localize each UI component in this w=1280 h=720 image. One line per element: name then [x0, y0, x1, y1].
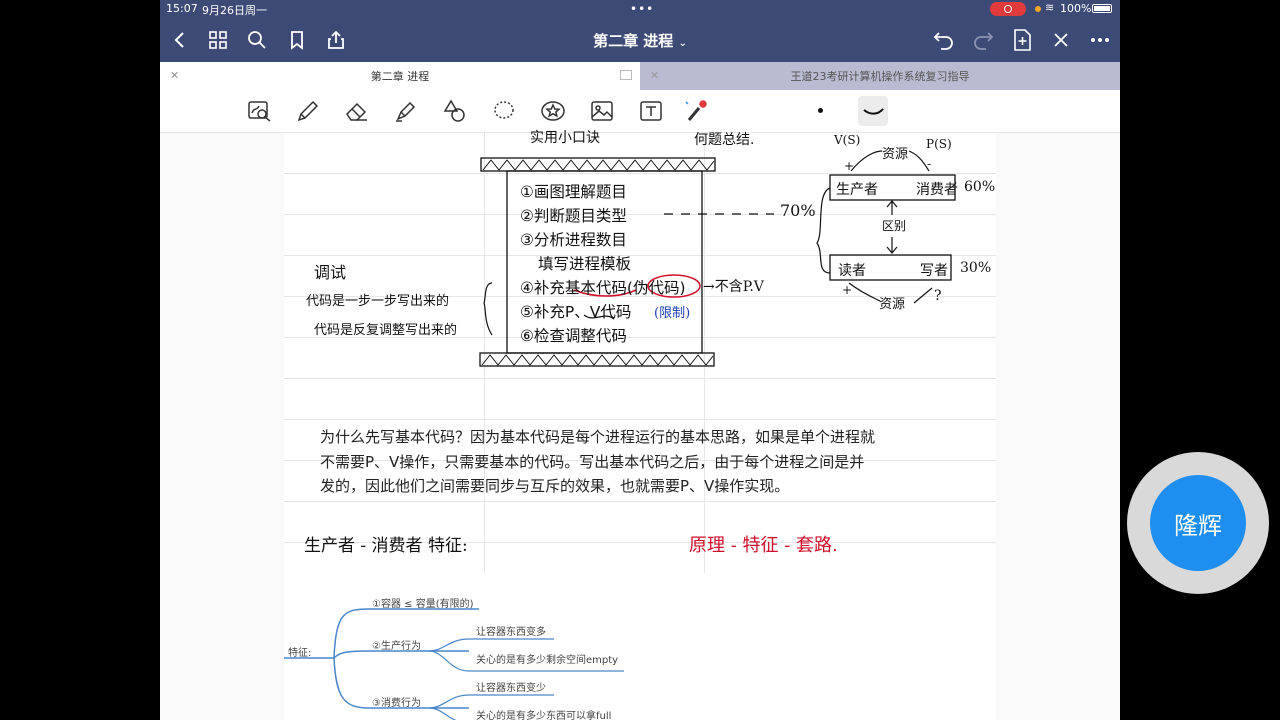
add-page-icon[interactable] [1010, 28, 1034, 52]
note-tips-title: 实用小口诀 [530, 130, 600, 146]
mindmap-node-consume-b: 关心的是有多少东西可以拿full [476, 711, 612, 720]
status-date: 9月26日周一 [202, 4, 267, 17]
eraser-icon[interactable] [344, 99, 370, 123]
tab-wangdao-guide[interactable]: ✕ 王道23考研计算机操作系统复习指导 [640, 62, 1120, 90]
mindmap-node-produce-b: 关心的是有多少剩余空间empty [476, 655, 619, 666]
note-principle-heading: 原理 - 特征 - 套路. [689, 535, 838, 556]
mindmap-node-produce-a: 让容器东西变多 [476, 627, 546, 638]
note-producer: 生产者 [836, 182, 878, 198]
note-no-pv: →不含P.V [703, 279, 764, 295]
note-plus-top: + [844, 159, 855, 173]
note-reader: 读者 [838, 263, 866, 279]
note-minus-top: - [927, 157, 932, 171]
status-bar: 15:07 9月26日周一 ••• ≋ 100% [160, 0, 1120, 18]
note-code-adjust: 代码是反复调整写出来的 [314, 323, 458, 338]
battery-percent: 100% [1060, 2, 1092, 15]
notebook-page-area[interactable]: 实用小口诀 何题总结. ①画图理解题目 ②判断题目类型 ③分析进程数目 填写进程… [160, 130, 1120, 720]
mindmap-node-container: ①容器 ≤ 容量(有限的) [372, 599, 474, 610]
step-item: ⑥检查调整代码 [520, 327, 627, 345]
tab-chapter2[interactable]: ✕ 第二章 进程 [160, 62, 640, 90]
ipad-screen: 15:07 9月26日周一 ••• ≋ 100% 第二章 进程 ⌄ ✕ 第二章 … [160, 0, 1120, 720]
note-consumer: 消费者 [916, 182, 958, 198]
explanation-paragraph: 为什么先写基本代码？因为基本代码是每个进程运行的基本思路，如果是单个进程就 不需… [320, 428, 876, 495]
tab-close-icon[interactable]: ✕ [170, 69, 179, 82]
undo-icon[interactable] [932, 28, 956, 52]
note-70-percent: 70% [780, 201, 816, 220]
note-plus-bottom: + [842, 283, 853, 297]
step-item: ④补充基本代码(伪代码) [520, 279, 686, 297]
wifi-icon: ≋ [1045, 1, 1055, 14]
document-tab-bar: ✕ 第二章 进程 ✕ 王道23考研计算机操作系统复习指导 [160, 62, 1120, 90]
lasso-icon[interactable] [491, 99, 517, 123]
shapes-icon[interactable] [442, 99, 468, 123]
mindmap-node-consume-a: 让容器东西变少 [476, 683, 546, 694]
highlighter-icon[interactable] [393, 99, 419, 123]
note-restriction: (限制) [654, 306, 691, 321]
step-item: ③分析进程数目 [520, 231, 627, 249]
more-icon[interactable] [1088, 28, 1112, 52]
pen-size-dot[interactable] [818, 108, 823, 113]
status-time: 15:07 [166, 2, 198, 15]
note-producer-consumer-heading: 生产者 - 消费者 特征: [304, 536, 468, 556]
sticker-icon[interactable] [540, 99, 566, 123]
screen-record-icon[interactable] [990, 2, 1026, 16]
pen-style-selected[interactable] [858, 96, 888, 126]
top-navigation-bar: 第二章 进程 ⌄ [160, 18, 1120, 62]
image-icon[interactable] [589, 99, 615, 123]
lasso-zoom-icon[interactable] [247, 99, 273, 123]
note-30-percent: 30% [960, 260, 992, 276]
battery-icon [1092, 4, 1112, 13]
note-summary-title: 何题总结. [694, 132, 755, 148]
text-box-icon[interactable] [638, 99, 664, 123]
floating-assistant-button[interactable]: 隆辉 [1127, 452, 1269, 594]
multitask-dots-icon[interactable]: ••• [630, 2, 654, 16]
drawing-toolbar [160, 90, 1120, 133]
note-question: ? [934, 288, 942, 304]
tab-close-icon[interactable]: ✕ [650, 69, 659, 82]
note-resource-top: 资源 [882, 147, 909, 162]
redo-icon[interactable] [971, 28, 995, 52]
mic-indicator-icon [1035, 6, 1041, 12]
split-view-icon[interactable] [620, 70, 632, 80]
note-page[interactable]: 实用小口诀 何题总结. ①画图理解题目 ②判断题目类型 ③分析进程数目 填写进程… [284, 130, 996, 720]
note-60-percent: 60% [964, 179, 996, 195]
note-vs: V(S) [834, 133, 861, 147]
close-icon[interactable] [1049, 28, 1073, 52]
pen-icon[interactable] [295, 99, 321, 123]
note-resource-bottom: 资源 [879, 297, 906, 312]
step-item: 填写进程模板 [538, 255, 632, 273]
step-item: ②判断题目类型 [520, 207, 627, 225]
steps-list: ①画图理解题目 ②判断题目类型 ③分析进程数目 填写进程模板 ④补充基本代码(伪… [520, 180, 686, 348]
laser-pointer-icon[interactable] [684, 99, 710, 123]
mindmap-node-produce: ②生产行为 [372, 641, 421, 652]
note-code-step: 代码是一步一步写出来的 [306, 294, 450, 309]
floating-assistant-label: 隆辉 [1150, 475, 1246, 571]
mindmap-node-consume: ③消费行为 [372, 698, 421, 709]
step-item: ①画图理解题目 [520, 183, 627, 201]
note-debug: 调试 [314, 263, 347, 282]
note-difference: 区别 [882, 219, 907, 233]
note-ps: P(S) [926, 137, 952, 151]
mindmap-image[interactable]: 特征: ①容器 ≤ 容量(有限的) ②生产行为 让容器东西变多 关心的是有多少剩… [284, 573, 996, 720]
note-writer: 写者 [920, 263, 948, 279]
mindmap-root: 特征: [288, 648, 312, 659]
